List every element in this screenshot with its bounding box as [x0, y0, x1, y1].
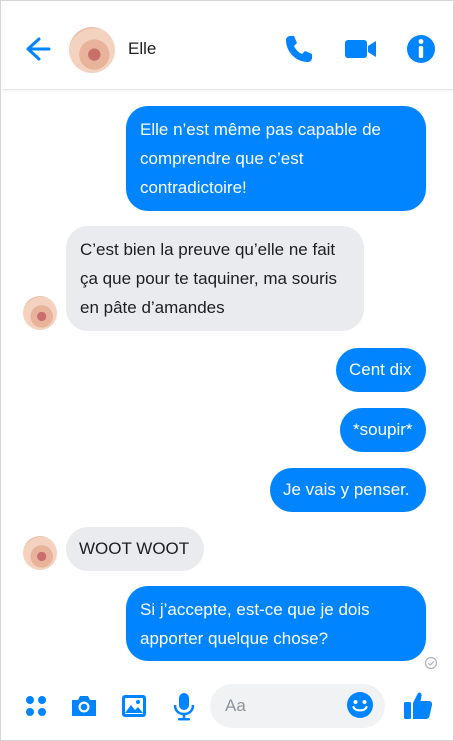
- outgoing-message[interactable]: Si j’accepte, est-ce que je dois apporte…: [126, 586, 426, 661]
- contact-avatar-small: [23, 296, 57, 330]
- message-input-placeholder[interactable]: Aa: [225, 696, 246, 716]
- read-receipt-icon: [424, 656, 438, 670]
- emoji-icon[interactable]: [346, 691, 374, 719]
- contact-name[interactable]: Elle: [128, 39, 156, 59]
- outgoing-message[interactable]: *soupir*: [340, 408, 426, 452]
- microphone-icon[interactable]: [169, 691, 199, 721]
- chat-header: Elle: [3, 3, 453, 90]
- contact-avatar-small: [23, 536, 57, 570]
- photo-icon[interactable]: [119, 691, 149, 721]
- info-icon[interactable]: [403, 31, 439, 67]
- contact-avatar[interactable]: [69, 27, 115, 73]
- incoming-message[interactable]: C’est bien la preuve qu’elle ne fait ça …: [66, 226, 364, 331]
- video-camera-icon[interactable]: [343, 31, 379, 67]
- outgoing-message[interactable]: Elle n’est même pas capable de comprendr…: [126, 106, 426, 211]
- outgoing-message[interactable]: Je vais y penser.: [270, 468, 426, 512]
- back-arrow-icon[interactable]: [21, 33, 53, 65]
- incoming-message[interactable]: WOOT WOOT: [66, 527, 204, 571]
- camera-icon[interactable]: [69, 691, 99, 721]
- chat-window: Elle Elle n’est même pas capable de comp…: [0, 0, 454, 741]
- thumbs-up-icon[interactable]: [402, 689, 434, 721]
- outgoing-message[interactable]: Cent dix: [336, 348, 426, 392]
- phone-icon[interactable]: [281, 31, 317, 67]
- message-list: Elle n’est même pas capable de comprendr…: [1, 91, 454, 681]
- menu-dots-icon[interactable]: [21, 691, 51, 721]
